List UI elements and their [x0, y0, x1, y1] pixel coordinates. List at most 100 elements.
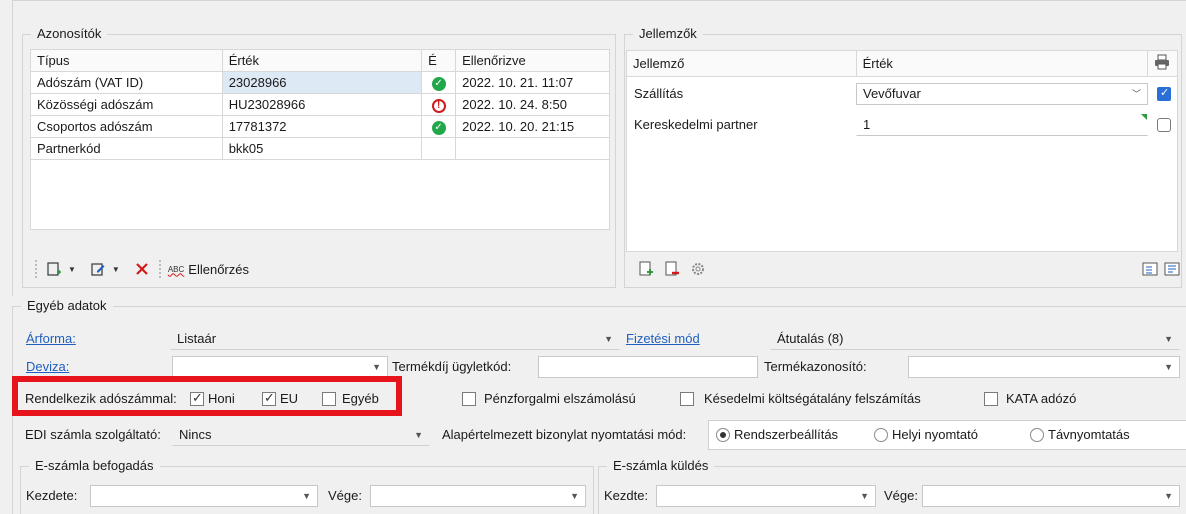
termekazonosito-select[interactable]: ▼ [908, 356, 1180, 378]
dropdown-arrow-icon: ▼ [302, 491, 311, 501]
top-frame [12, 0, 1186, 1]
kuldes-vege-select[interactable]: ▼ [922, 485, 1180, 507]
col-header-ertek[interactable]: Érték [855, 50, 1148, 77]
szallitas-select[interactable]: Vevőfuvar ﹀ [856, 83, 1148, 105]
cell-checked: 2022. 10. 21. 11:07 [455, 71, 610, 94]
radio-helyi-nyomtato[interactable] [874, 428, 888, 442]
add-property-icon[interactable] [636, 259, 656, 279]
remove-property-icon[interactable] [662, 259, 682, 279]
fizetesi-mod-link[interactable]: Fizetési mód [626, 328, 700, 350]
kuldes-kezdete-label: Kezdte: [604, 488, 649, 503]
arforma-link[interactable]: Árforma: [26, 328, 76, 350]
arforma-select[interactable]: Listaár ▼ [170, 328, 620, 350]
befogadas-kezdete-label: Kezdete: [26, 488, 78, 503]
new-icon[interactable] [44, 259, 64, 279]
radio-rendszerbeallitas[interactable] [716, 428, 730, 442]
nyomtatas-label: Alapértelmezett bizonylat nyomtatási mód… [442, 427, 687, 442]
table-row[interactable]: Adószám (VAT ID) 23028966 ✓ 2022. 10. 21… [30, 71, 610, 94]
termekdij-input[interactable] [538, 356, 758, 378]
printer-icon[interactable] [1154, 54, 1170, 73]
kata-checkbox[interactable] [984, 392, 998, 406]
kereskedelmi-checkbox[interactable] [1157, 118, 1171, 132]
table-row[interactable]: Partnerkód bkk05 [30, 137, 610, 160]
col-header-ellenorizve[interactable]: Ellenőrizve [455, 49, 610, 72]
kuldes-title: E-számla küldés [607, 458, 715, 473]
termekazonosito-label: Termékazonosító: [764, 359, 867, 374]
identifiers-table: Típus Érték É Ellenőrizve Adószám (VAT I… [30, 49, 610, 230]
expand-all-icon[interactable] [1140, 259, 1160, 279]
delete-icon[interactable] [132, 259, 152, 279]
properties-header: Jellemző Érték [626, 50, 1179, 77]
kereskedelmi-value: 1 [863, 117, 871, 132]
col-header-jellemzo[interactable]: Jellemző [626, 50, 857, 77]
table-row[interactable]: Közösségi adószám HU23028966 ! 2022. 10.… [30, 93, 610, 116]
top-left-border [12, 0, 13, 296]
chevron-down-icon: ﹀ [1131, 89, 1141, 99]
spellcheck-icon: ABC [167, 264, 185, 274]
befogadas-vege-select[interactable]: ▼ [370, 485, 586, 507]
arforma-value: Listaár [177, 331, 217, 346]
ellenorzes-label: Ellenőrzés [188, 261, 249, 277]
befogadas-kezdete-select[interactable]: ▼ [90, 485, 318, 507]
radio-tavnyomtatas[interactable] [1030, 428, 1044, 442]
settings-gear-icon[interactable] [688, 259, 708, 279]
dropdown-arrow-icon: ▼ [1164, 491, 1173, 501]
ellenorzes-button[interactable]: ABC Ellenőrzés [168, 262, 249, 277]
jellemzok-grid [626, 50, 1178, 252]
kuldes-kezdete-select[interactable]: ▼ [656, 485, 876, 507]
cell-value: bkk05 [221, 137, 423, 160]
warning-icon: ! [431, 99, 446, 113]
cell-type: Csoportos adószám [30, 115, 223, 138]
col-header-tipus[interactable]: Típus [30, 49, 223, 72]
szallitas-checkbox[interactable] [1157, 86, 1171, 101]
cell-checked: 2022. 10. 24. 8:50 [455, 93, 610, 116]
dropdown-arrow-icon: ▼ [1164, 362, 1173, 372]
fizetesi-mod-value: Átutalás (8) [777, 331, 844, 346]
keseledmi-checkbox[interactable] [680, 392, 694, 406]
table-header-row: Típus Érték É Ellenőrizve [30, 49, 610, 72]
edit-icon[interactable] [88, 259, 108, 279]
dropdown-arrow-icon: ▼ [570, 491, 579, 501]
identifiers-toolbar: ▼ ▼ ABC Ellenőrzés [34, 259, 249, 279]
cell-value: 23028966 [221, 71, 423, 94]
modified-marker [1141, 114, 1147, 120]
dropdown-arrow-icon: ▼ [1164, 334, 1173, 344]
properties-toolbar [636, 259, 708, 279]
termekdij-label: Termékdíj ügyletkód: [392, 359, 512, 374]
deviza-link[interactable]: Deviza: [26, 356, 69, 378]
edi-value: Nincs [179, 427, 212, 442]
edit-dropdown-icon[interactable]: ▼ [112, 265, 120, 274]
cell-value: 17781372 [221, 115, 423, 138]
check-ok-icon: ✓ [431, 121, 446, 135]
table-header-row: Jellemző Érték [626, 50, 1179, 77]
dropdown-arrow-icon: ▼ [414, 430, 423, 440]
collapse-all-icon[interactable] [1162, 259, 1182, 279]
radio-helyi-label: Helyi nyomtató [892, 427, 978, 442]
kata-label: KATA adózó [1006, 391, 1077, 406]
fizetesi-mod-select[interactable]: Átutalás (8) ▼ [770, 328, 1180, 350]
check-ok-icon: ✓ [431, 77, 446, 91]
befogadas-vege-label: Vége: [328, 488, 362, 503]
kereskedelmi-input[interactable]: 1 [856, 114, 1148, 136]
penzforgalmi-label: Pénzforgalmi elszámolású [484, 391, 636, 406]
jellemzok-title: Jellemzők [633, 26, 703, 41]
col-header-e[interactable]: É [421, 49, 457, 72]
cell-type: Közösségi adószám [30, 93, 223, 116]
new-dropdown-icon[interactable]: ▼ [68, 265, 76, 274]
prop-name-kereskedelmi: Kereskedelmi partner [634, 117, 758, 132]
highlight-box [12, 376, 402, 416]
table-empty-area [30, 159, 610, 230]
table-row[interactable]: Csoportos adószám 17781372 ✓ 2022. 10. 2… [30, 115, 610, 138]
dropdown-arrow-icon: ▼ [604, 334, 613, 344]
col-header-ertek[interactable]: Érték [221, 49, 423, 72]
penzforgalmi-checkbox[interactable] [462, 392, 476, 406]
cell-type: Partnerkód [30, 137, 223, 160]
cell-type: Adószám (VAT ID) [30, 71, 223, 94]
edi-select[interactable]: Nincs ▼ [172, 424, 430, 446]
toolbar-grip [34, 259, 38, 279]
azonositok-title: Azonosítók [31, 26, 108, 41]
radio-tav-label: Távnyomtatás [1048, 427, 1130, 442]
deviza-select[interactable]: ▼ [172, 356, 388, 378]
keseledmi-label: Késedelmi költségátalány felszámítás [704, 391, 921, 406]
egyeb-adatok-title: Egyéb adatok [21, 298, 113, 313]
